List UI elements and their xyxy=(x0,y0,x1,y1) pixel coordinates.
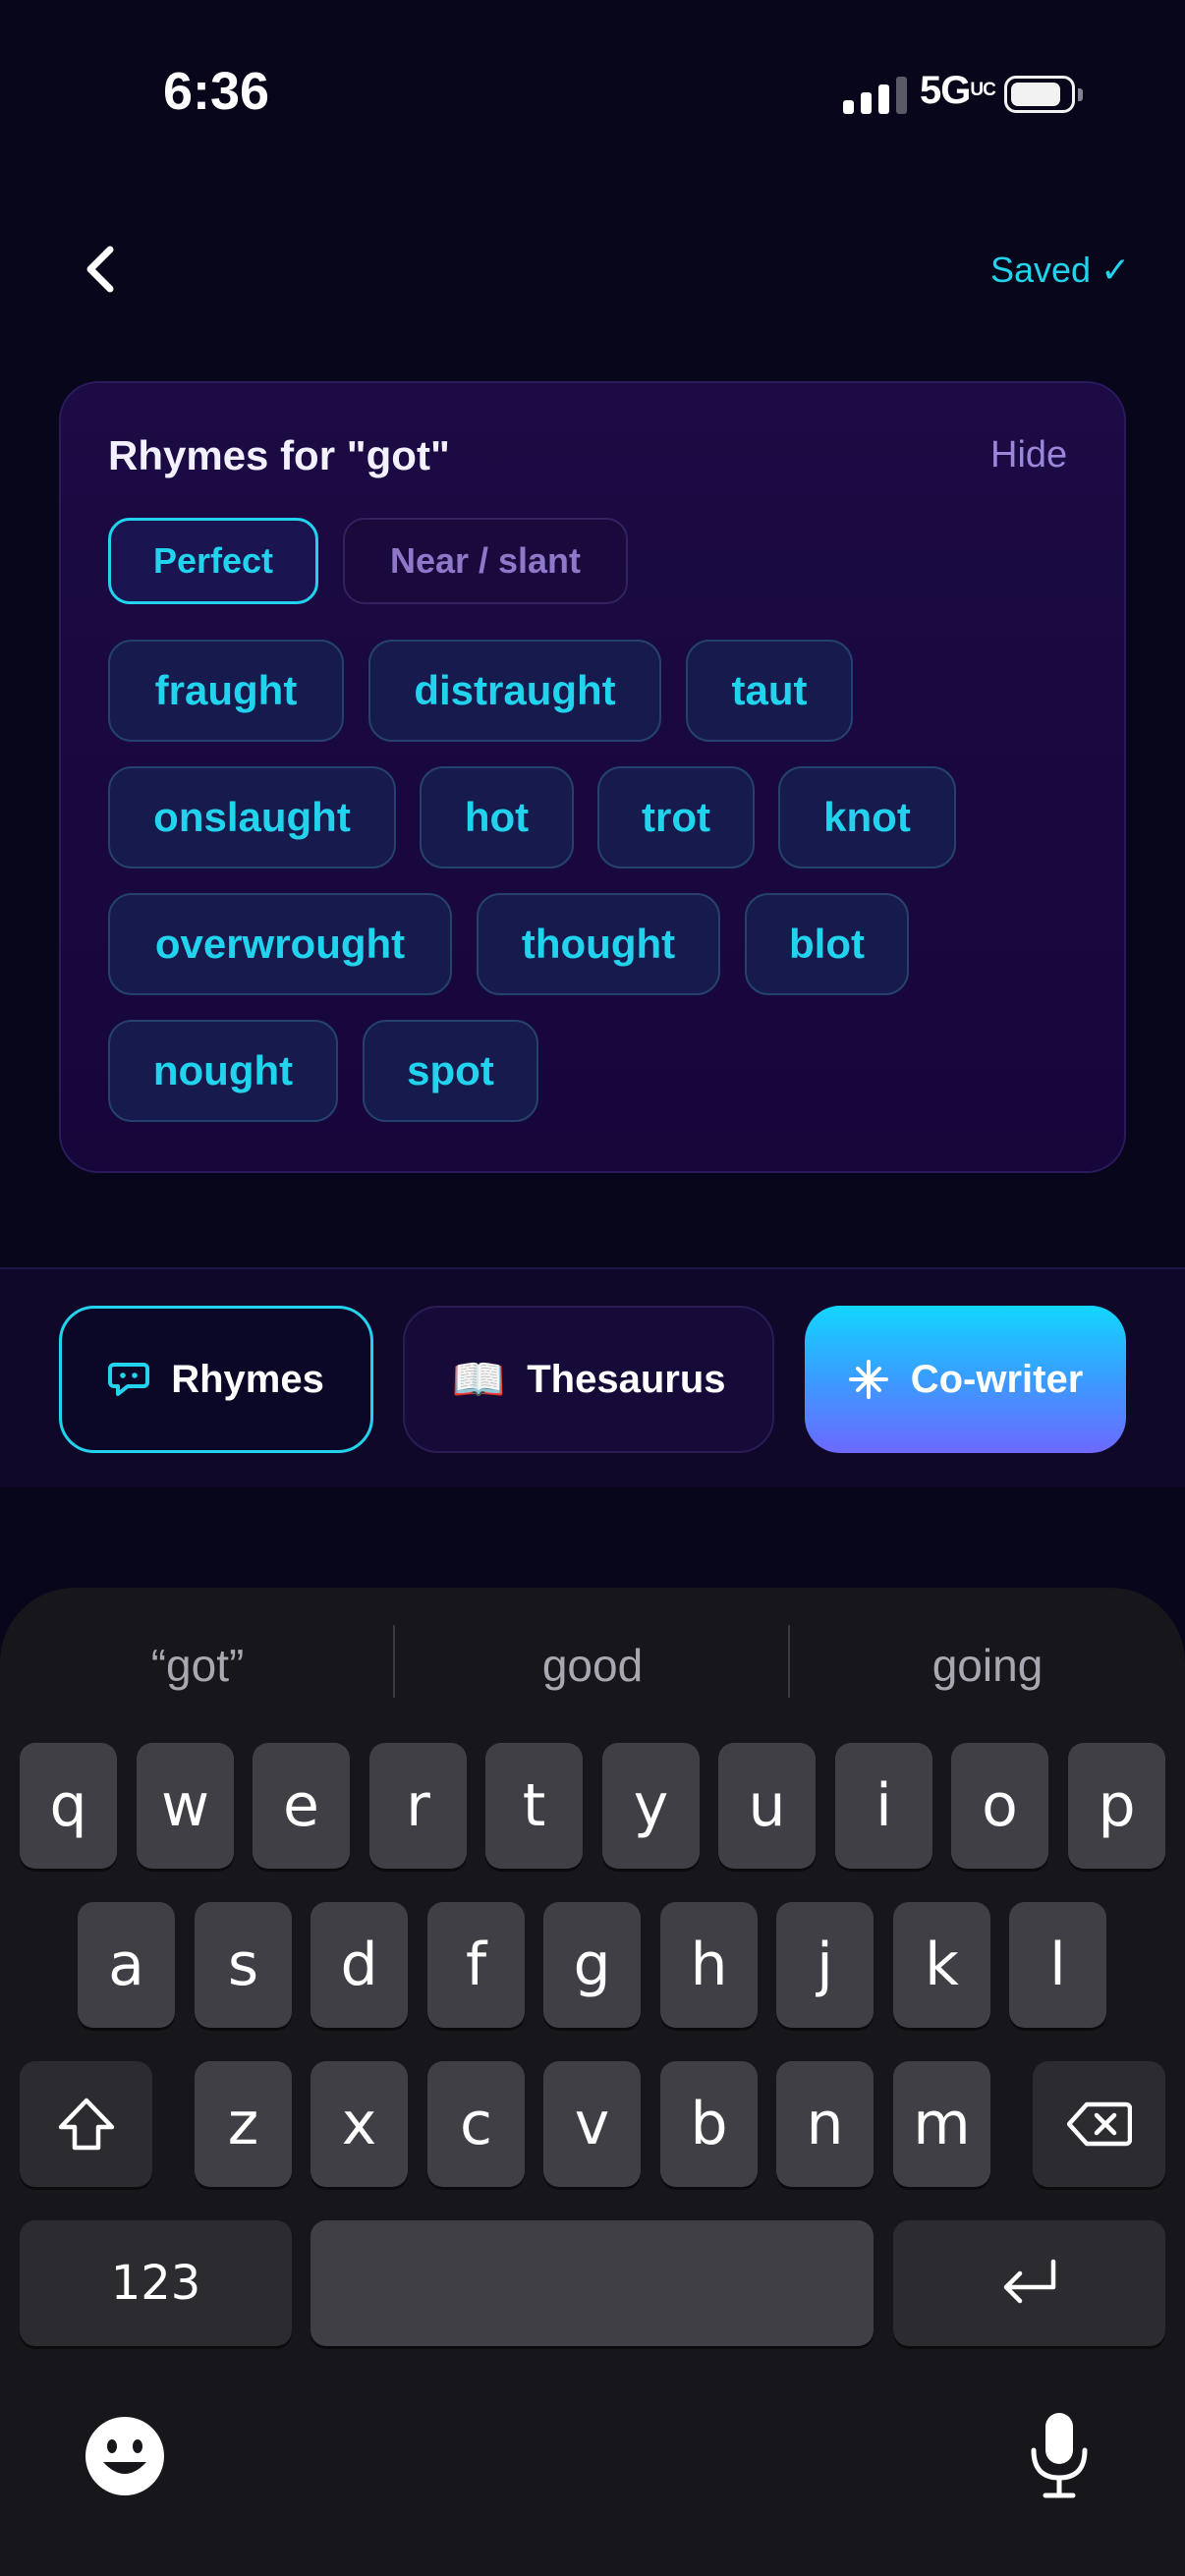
battery-icon xyxy=(1004,76,1083,113)
key-j[interactable]: j xyxy=(776,1902,874,2028)
key-a[interactable]: a xyxy=(78,1902,175,2028)
rhyme-chip[interactable]: taut xyxy=(686,640,853,742)
key-y[interactable]: y xyxy=(602,1743,700,1869)
key-n[interactable]: n xyxy=(776,2061,874,2187)
rhyme-chip[interactable]: thought xyxy=(477,893,720,995)
key-z[interactable]: z xyxy=(195,2061,292,2187)
key-g[interactable]: g xyxy=(543,1902,641,2028)
suggestion-2[interactable]: good xyxy=(397,1631,788,1700)
rhyme-chip[interactable]: distraught xyxy=(368,640,661,742)
space-key[interactable] xyxy=(310,2220,874,2346)
key-c[interactable]: c xyxy=(427,2061,525,2187)
signal-icon xyxy=(843,75,907,114)
hide-button[interactable]: Hide xyxy=(990,434,1067,476)
rhymes-tool-button[interactable]: Rhymes xyxy=(59,1306,373,1453)
microphone-icon xyxy=(1031,2413,1088,2498)
status-time: 6:36 xyxy=(163,62,270,121)
key-h[interactable]: h xyxy=(660,1902,758,2028)
key-w[interactable]: w xyxy=(137,1743,234,1869)
mode-tab-near-slant[interactable]: Near / slant xyxy=(343,518,628,604)
book-icon: 📖 xyxy=(451,1356,506,1404)
rhyme-chip[interactable]: onslaught xyxy=(108,766,396,868)
key-m[interactable]: m xyxy=(893,2061,990,2187)
network-label: 5G xyxy=(920,69,971,112)
network-suffix: UC xyxy=(970,80,995,100)
rhyme-chip[interactable]: hot xyxy=(420,766,574,868)
key-t[interactable]: t xyxy=(485,1743,583,1869)
rhymes-panel-title: Rhymes for "got" xyxy=(108,432,450,478)
rhyme-chip[interactable]: knot xyxy=(778,766,956,868)
speech-bubble-icon xyxy=(108,1363,150,1396)
key-q[interactable]: q xyxy=(20,1743,117,1869)
key-k[interactable]: k xyxy=(893,1902,990,2028)
rhyme-chip[interactable]: blot xyxy=(745,893,909,995)
back-button[interactable] xyxy=(77,244,124,295)
co-writer-button[interactable]: Co-writer xyxy=(805,1306,1126,1453)
rhyme-chip[interactable]: nought xyxy=(108,1020,338,1122)
numbers-key[interactable]: 123 xyxy=(20,2220,292,2346)
key-x[interactable]: x xyxy=(310,2061,408,2187)
key-u[interactable]: u xyxy=(718,1743,816,1869)
mode-tab-perfect[interactable]: Perfect xyxy=(108,518,318,604)
key-s[interactable]: s xyxy=(195,1902,292,2028)
key-p[interactable]: p xyxy=(1068,1743,1165,1869)
suggestion-3[interactable]: going xyxy=(792,1631,1183,1700)
rhyme-chip[interactable]: overwrought xyxy=(108,893,452,995)
thesaurus-tool-button[interactable]: 📖 Thesaurus xyxy=(403,1306,774,1453)
return-key[interactable] xyxy=(893,2220,1165,2346)
shift-key[interactable] xyxy=(20,2061,152,2187)
key-d[interactable]: d xyxy=(310,1902,408,2028)
thesaurus-tool-label: Thesaurus xyxy=(527,1357,726,1401)
sparkle-icon xyxy=(848,1360,888,1399)
saved-status: Saved ✓ xyxy=(990,250,1130,291)
key-l[interactable]: l xyxy=(1009,1902,1106,2028)
suggestion-1[interactable]: “got” xyxy=(2,1631,393,1700)
rhymes-tool-label: Rhymes xyxy=(171,1357,324,1401)
key-o[interactable]: o xyxy=(951,1743,1048,1869)
suggestion-divider xyxy=(393,1625,395,1698)
return-icon xyxy=(1003,2259,1055,2304)
delete-key[interactable] xyxy=(1033,2061,1165,2187)
network-indicator: 5GUC xyxy=(920,69,996,113)
rhyme-chip[interactable]: spot xyxy=(363,1020,538,1122)
key-b[interactable]: b xyxy=(660,2061,758,2187)
shift-icon xyxy=(58,2098,114,2151)
chevron-left-icon xyxy=(86,246,114,293)
suggestion-divider xyxy=(788,1625,790,1698)
backspace-icon xyxy=(1066,2101,1132,2147)
saved-label: Saved ✓ xyxy=(990,250,1131,290)
rhyme-chip[interactable]: fraught xyxy=(108,640,344,742)
emoji-button[interactable] xyxy=(84,2415,166,2497)
key-f[interactable]: f xyxy=(427,1902,525,2028)
co-writer-label: Co-writer xyxy=(910,1357,1084,1401)
key-i[interactable]: i xyxy=(835,1743,932,1869)
key-v[interactable]: v xyxy=(543,2061,641,2187)
rhyme-chip[interactable]: trot xyxy=(597,766,755,868)
key-r[interactable]: r xyxy=(369,1743,467,1869)
key-e[interactable]: e xyxy=(253,1743,350,1869)
emoji-icon xyxy=(85,2417,164,2495)
microphone-button[interactable] xyxy=(1026,2411,1093,2499)
